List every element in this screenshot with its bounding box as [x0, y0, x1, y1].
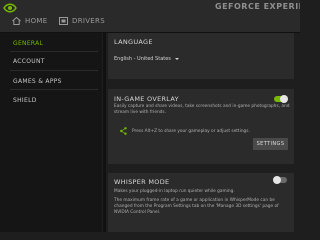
- language-title: LANGUAGE: [114, 38, 153, 46]
- sidebar-item-account[interactable]: ACCOUNT: [13, 58, 45, 65]
- overlay-title: IN-GAME OVERLAY: [114, 95, 179, 103]
- chevron-down-icon[interactable]: [175, 58, 179, 60]
- whisper-card: WHISPER MODE Makes your plugged-in lapto…: [108, 173, 294, 232]
- language-dropdown[interactable]: English - United States: [114, 56, 171, 62]
- nav-drivers[interactable]: DRIVERS: [59, 15, 105, 27]
- top-bar: GEFORCE EXPERIENCE HOME DRIVERS: [0, 0, 300, 33]
- sidebar-divider: [10, 70, 98, 71]
- language-card: LANGUAGE English - United States: [108, 33, 294, 79]
- sidebar-item-games-apps[interactable]: GAMES & APPS: [13, 78, 62, 85]
- sidebar: GENERAL ACCOUNT GAMES & APPS SHIELD: [0, 33, 102, 232]
- home-icon: [12, 17, 21, 25]
- nav-drivers-label: DRIVERS: [72, 17, 105, 25]
- share-icon: [120, 127, 127, 135]
- nav-home-label: HOME: [25, 17, 48, 25]
- whisper-detail: The maximum frame rate of a game or appl…: [114, 198, 279, 215]
- sidebar-item-general[interactable]: GENERAL: [13, 40, 43, 47]
- scrollbar[interactable]: [103, 33, 106, 232]
- sidebar-item-shield[interactable]: SHIELD: [13, 97, 37, 104]
- overlay-toggle[interactable]: [274, 95, 288, 103]
- app-brand: GEFORCE EXPERIENCE: [215, 2, 300, 11]
- sidebar-divider: [10, 89, 98, 90]
- overlay-settings-button[interactable]: SETTINGS: [253, 138, 288, 150]
- toggle-knob: [273, 176, 281, 184]
- whisper-toggle[interactable]: [273, 176, 287, 184]
- nvidia-logo-icon: [3, 3, 17, 13]
- whisper-title: WHISPER MODE: [114, 178, 170, 186]
- sidebar-divider: [10, 51, 98, 52]
- nav-home[interactable]: HOME: [12, 15, 47, 27]
- overlay-hint: Press Alt+Z to share your gameplay or ad…: [132, 129, 250, 134]
- whisper-description: Makes your plugged-in laptop run quieter…: [114, 189, 235, 194]
- toggle-knob: [280, 95, 288, 103]
- overlay-card: IN-GAME OVERLAY Easily capture and share…: [108, 89, 294, 164]
- drivers-icon: [59, 17, 68, 25]
- overlay-description: Easily capture and share videos, take sc…: [114, 104, 290, 115]
